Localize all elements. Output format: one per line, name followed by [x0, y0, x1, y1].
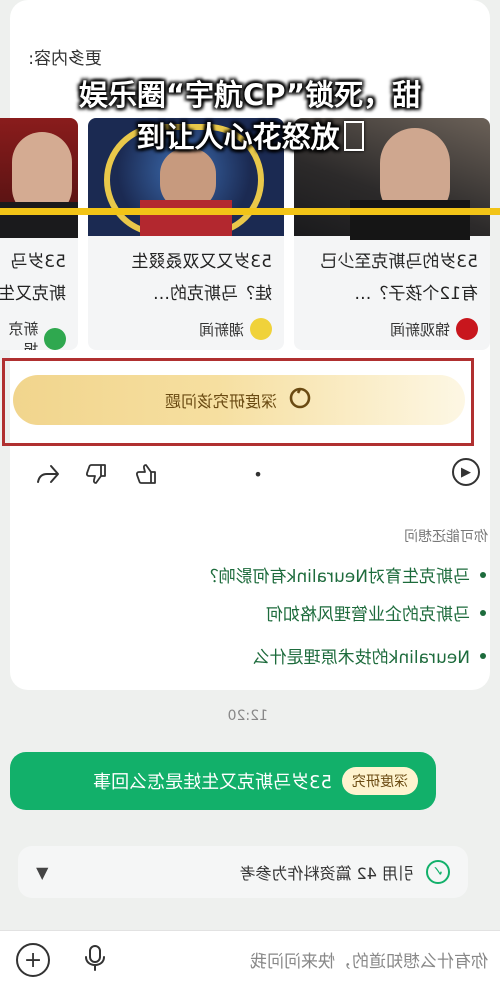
deep-research-label: 深度研究该问题 [165, 392, 278, 411]
suggestion-item[interactable]: 马斯克生育对Neuralink有何影响？ [202, 562, 486, 587]
recommendation-title: 53岁又又双叒叕生娃？马斯克的… [131, 252, 272, 304]
chevron-down-icon: ▼ [36, 862, 49, 882]
overlay-caption-line2: 到让人心花怒放 [0, 116, 500, 158]
answer-action-row: ◀ • [0, 456, 500, 492]
bullet-icon [480, 571, 486, 578]
chat-input-bar: 你有什么想知道的，快来问问我 + [0, 930, 500, 983]
deep-research-highlight-frame: 深度研究该问题 [2, 358, 474, 446]
source-logo-icon [456, 318, 478, 340]
message-timestamp: 12:20 [227, 708, 268, 724]
source-name: 锦观新闻 [389, 320, 450, 339]
chat-input[interactable]: 你有什么想知道的，快来问问我 [250, 947, 488, 972]
recommendation-source: 新京报 [0, 312, 78, 350]
share-icon[interactable] [32, 458, 64, 490]
missing-glyph-icon [343, 121, 364, 151]
deep-research-button[interactable]: 深度研究该问题 [13, 375, 465, 425]
play-audio-icon[interactable]: ◀ [452, 458, 480, 486]
references-bar[interactable]: ✓ 引用 42 篇资料作为参考 ▼ [18, 846, 468, 898]
overlay-caption-line1: 娱乐圈“宇航CP”锁死，甜 [78, 78, 422, 112]
suggestion-text: Neuralink的技术原理是什么 [252, 648, 470, 668]
deep-research-tag: 深度研究 [342, 767, 418, 795]
source-name: 新京报 [8, 320, 39, 350]
source-logo-icon [44, 328, 66, 350]
more-options-dot-icon[interactable]: • [242, 458, 274, 490]
thumbs-down-icon[interactable] [80, 458, 112, 490]
overlay-caption-line2-text: 到让人心花怒放 [136, 120, 340, 154]
user-message-bubble: 深度研究 53岁马斯克又生娃是怎么回事 [10, 752, 436, 810]
suggestions-label: 你可能还想问 [404, 529, 488, 545]
microphone-icon[interactable] [82, 943, 108, 973]
bullet-icon [480, 609, 486, 616]
references-text: 引用 42 篇资料作为参考 [239, 864, 414, 883]
overlay-caption: 娱乐圈“宇航CP”锁死，甜 到让人心花怒放 [0, 74, 500, 158]
more-content-label: 更多内容: [28, 49, 102, 69]
suggestion-text: 马斯克的企业管理风格如何 [266, 605, 470, 625]
thumbs-up-icon[interactable] [130, 458, 162, 490]
add-attachment-icon[interactable]: + [16, 943, 50, 977]
recommendation-title: 53岁马斯克又生娃了，属于… [0, 252, 66, 304]
suggestion-item[interactable]: Neuralink的技术原理是什么 [253, 643, 486, 668]
source-name: 潮新闻 [198, 320, 244, 339]
recommendation-source: 锦观新闻 [294, 312, 490, 346]
bullet-icon [480, 652, 486, 659]
deep-research-icon [287, 385, 313, 415]
check-icon: ✓ [426, 860, 450, 884]
recommendation-source: 潮新闻 [88, 312, 284, 346]
suggestion-text: 马斯克生育对Neuralink有何影响？ [201, 567, 470, 587]
source-logo-icon [250, 318, 272, 340]
recommendation-title: 53岁的马斯克至少已有12个孩子？… [320, 252, 478, 304]
suggestion-item[interactable]: 马斯克的企业管理风格如何 [266, 600, 486, 625]
highlight-divider [0, 208, 500, 215]
user-message-text: 53岁马斯克又生娃是怎么回事 [93, 772, 332, 793]
